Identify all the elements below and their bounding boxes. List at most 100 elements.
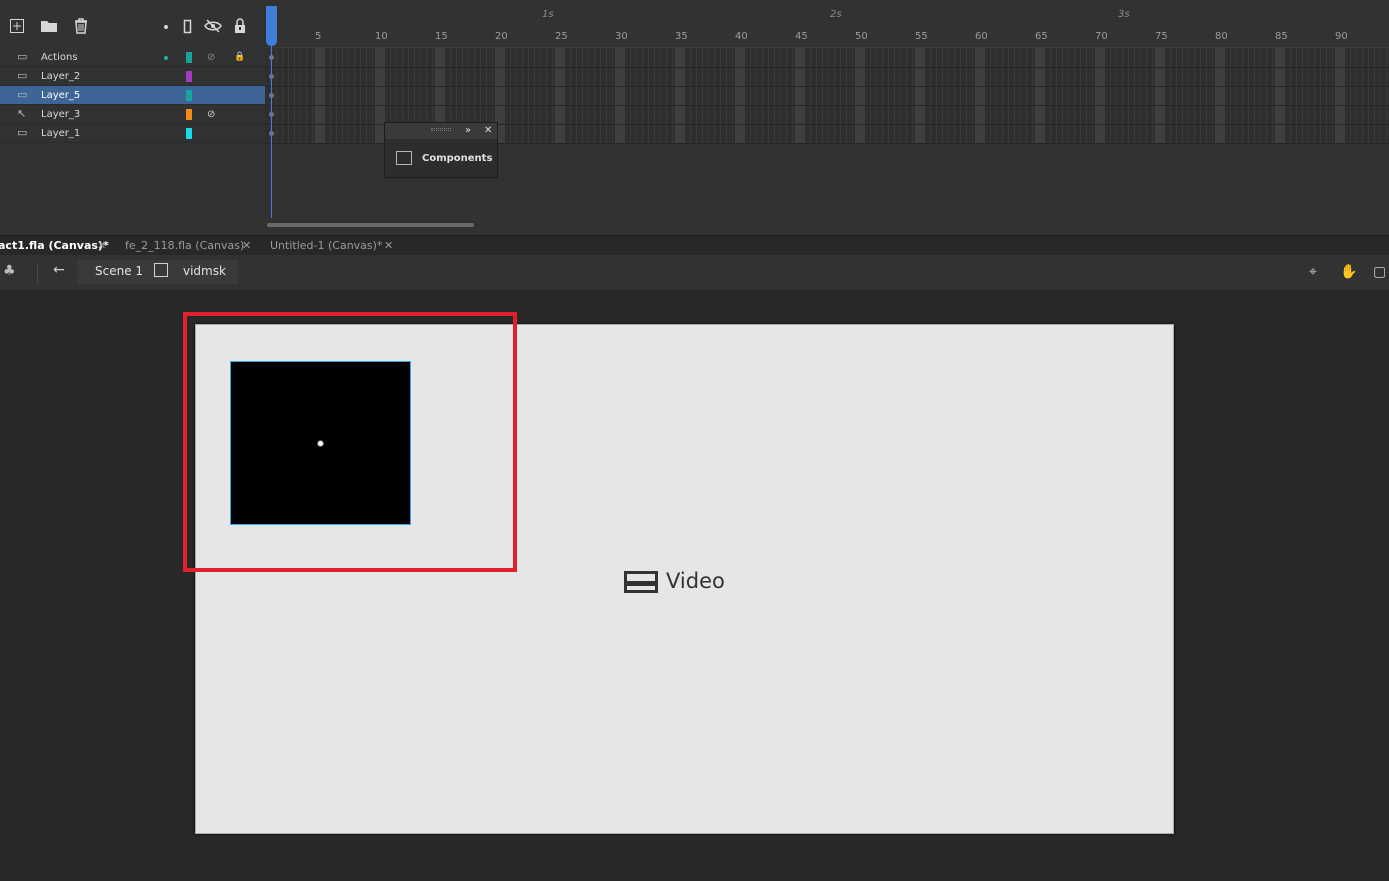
frame-band: [1275, 48, 1285, 143]
timeline-horizontal-scrollbar[interactable]: [267, 223, 474, 227]
breadcrumb-symbol[interactable]: vidmsk: [183, 264, 226, 278]
pasteboard[interactable]: Video: [0, 290, 1389, 881]
breadcrumb-scene[interactable]: Scene 1: [95, 264, 143, 278]
frame-row-divider: [265, 86, 1389, 87]
breadcrumb: Scene 1 vidmsk: [77, 260, 238, 284]
layer-page-icon: ▭: [17, 50, 28, 63]
hidden-eye-icon[interactable]: ⊘: [207, 48, 215, 67]
highlight-dot-icon[interactable]: [157, 18, 175, 36]
lock-icon[interactable]: 🔒: [234, 48, 245, 67]
frame-number: 90: [1335, 31, 1348, 42]
frame-band: [1095, 48, 1105, 143]
close-icon[interactable]: ✕: [242, 239, 251, 252]
layer-row-layer3[interactable]: ↖ Layer_3 ⊘: [0, 105, 265, 124]
layer-color-swatch[interactable]: [186, 128, 192, 139]
document-tab-bar: act1.fla (Canvas)* ✕ fe_2_118.fla (Canva…: [0, 235, 1389, 255]
clip-stage-icon[interactable]: ▢: [1373, 264, 1386, 280]
lock-icon[interactable]: [231, 18, 249, 36]
frame-band: [915, 48, 925, 143]
components-panel-header[interactable]: » ✕: [385, 123, 497, 139]
frame-band: [735, 48, 745, 143]
active-layer-dot-icon: [164, 56, 168, 60]
frame-row-divider: [265, 67, 1389, 68]
hide-icon[interactable]: [204, 18, 222, 36]
frame-number: 45: [795, 31, 808, 42]
layer-page-icon: ▭: [17, 88, 28, 101]
second-label: 1s: [542, 9, 554, 20]
frame-number: 5: [315, 31, 322, 42]
hidden-eye-icon[interactable]: ⊘: [207, 105, 215, 124]
motion-guide-icon: ↖: [17, 107, 27, 120]
frame-band: [1335, 48, 1345, 143]
divider: [37, 263, 38, 283]
frames-area[interactable]: 1s 2s 3s 5 10 15 20 25 30 35 40 45 50 55…: [265, 6, 1389, 218]
layer-name: Actions: [41, 52, 78, 63]
layer-color-swatch[interactable]: [186, 71, 192, 82]
layer-name: Layer_2: [41, 71, 81, 82]
video-icon-bar: [627, 581, 655, 586]
frame-number: 55: [915, 31, 928, 42]
close-icon[interactable]: ✕: [384, 239, 393, 252]
delete-icon[interactable]: [72, 18, 90, 36]
layer-row-layer5[interactable]: ▭ Layer_5: [0, 86, 265, 105]
movie-clip-icon: [154, 263, 168, 277]
frame-number: 25: [555, 31, 568, 42]
frame-band: [615, 48, 625, 143]
frame-number: 65: [1035, 31, 1048, 42]
frame-ruler[interactable]: 1s 2s 3s 5 10 15 20 25 30 35 40 45 50 55…: [265, 8, 1389, 48]
frame-number: 15: [435, 31, 448, 42]
new-folder-icon[interactable]: [40, 18, 58, 36]
layer-color-swatch[interactable]: [186, 90, 192, 101]
close-icon[interactable]: ✕: [97, 239, 106, 252]
video-label: Video: [666, 569, 725, 593]
layer-name: Layer_1: [41, 128, 81, 139]
timeline-panel: ▭ Actions ⊘ 🔒 ▭ Layer_2 ▭ Layer_5 ↖ Laye…: [0, 0, 1389, 235]
outline-icon[interactable]: [179, 18, 197, 36]
layer-color-swatch[interactable]: [186, 109, 192, 120]
components-label[interactable]: Components: [422, 153, 492, 164]
collapse-icon[interactable]: »: [465, 123, 471, 138]
layer-row-layer1[interactable]: ▭ Layer_1: [0, 124, 265, 143]
second-label: 2s: [830, 9, 842, 20]
frame-number: 75: [1155, 31, 1168, 42]
layer-page-icon: ▭: [17, 69, 28, 82]
frame-number: 20: [495, 31, 508, 42]
tab-fe-2-118[interactable]: fe_2_118.fla (Canvas): [125, 236, 244, 256]
layer-list: ▭ Actions ⊘ 🔒 ▭ Layer_2 ▭ Layer_5 ↖ Laye…: [0, 48, 265, 143]
frame-band: [795, 48, 805, 143]
close-icon[interactable]: ✕: [484, 123, 492, 138]
layer-row-actions[interactable]: ▭ Actions ⊘ 🔒: [0, 48, 265, 67]
animate-window: ▭ Actions ⊘ 🔒 ▭ Layer_2 ▭ Layer_5 ↖ Laye…: [0, 0, 1389, 881]
layer-name: Layer_5: [41, 90, 81, 101]
frame-row-divider: [265, 105, 1389, 106]
frame-number: 10: [375, 31, 388, 42]
frame-band: [675, 48, 685, 143]
layer-page-icon: ▭: [17, 126, 28, 139]
frame-number: 50: [855, 31, 868, 42]
frame-number: 30: [615, 31, 628, 42]
layer-name: Layer_3: [41, 109, 81, 120]
hand-icon[interactable]: ✋: [1340, 264, 1357, 280]
layer-color-swatch[interactable]: [186, 52, 192, 63]
tab-act1[interactable]: act1.fla (Canvas)*: [0, 236, 109, 256]
frame-number: 60: [975, 31, 988, 42]
frame-number: 85: [1275, 31, 1288, 42]
new-layer-icon[interactable]: [8, 18, 26, 36]
grip-icon[interactable]: [431, 128, 451, 131]
frame-band: [1155, 48, 1165, 143]
frame-number: 80: [1215, 31, 1228, 42]
tab-untitled-1[interactable]: Untitled-1 (Canvas)*: [270, 236, 382, 256]
back-arrow-icon[interactable]: ←: [53, 262, 65, 278]
frame-band: [1215, 48, 1225, 143]
playhead-handle[interactable]: [266, 6, 277, 46]
frame-number: 70: [1095, 31, 1108, 42]
frame-band: [975, 48, 985, 143]
highlight-annotation: [183, 312, 517, 572]
scene-icon[interactable]: ♣: [3, 263, 16, 279]
snap-icon[interactable]: ⌖: [1309, 264, 1317, 280]
layer-row-layer2[interactable]: ▭ Layer_2: [0, 67, 265, 86]
components-panel: » ✕ Components: [384, 122, 498, 178]
second-label: 3s: [1118, 9, 1130, 20]
frame-band: [1035, 48, 1045, 143]
components-icon[interactable]: [396, 151, 412, 165]
